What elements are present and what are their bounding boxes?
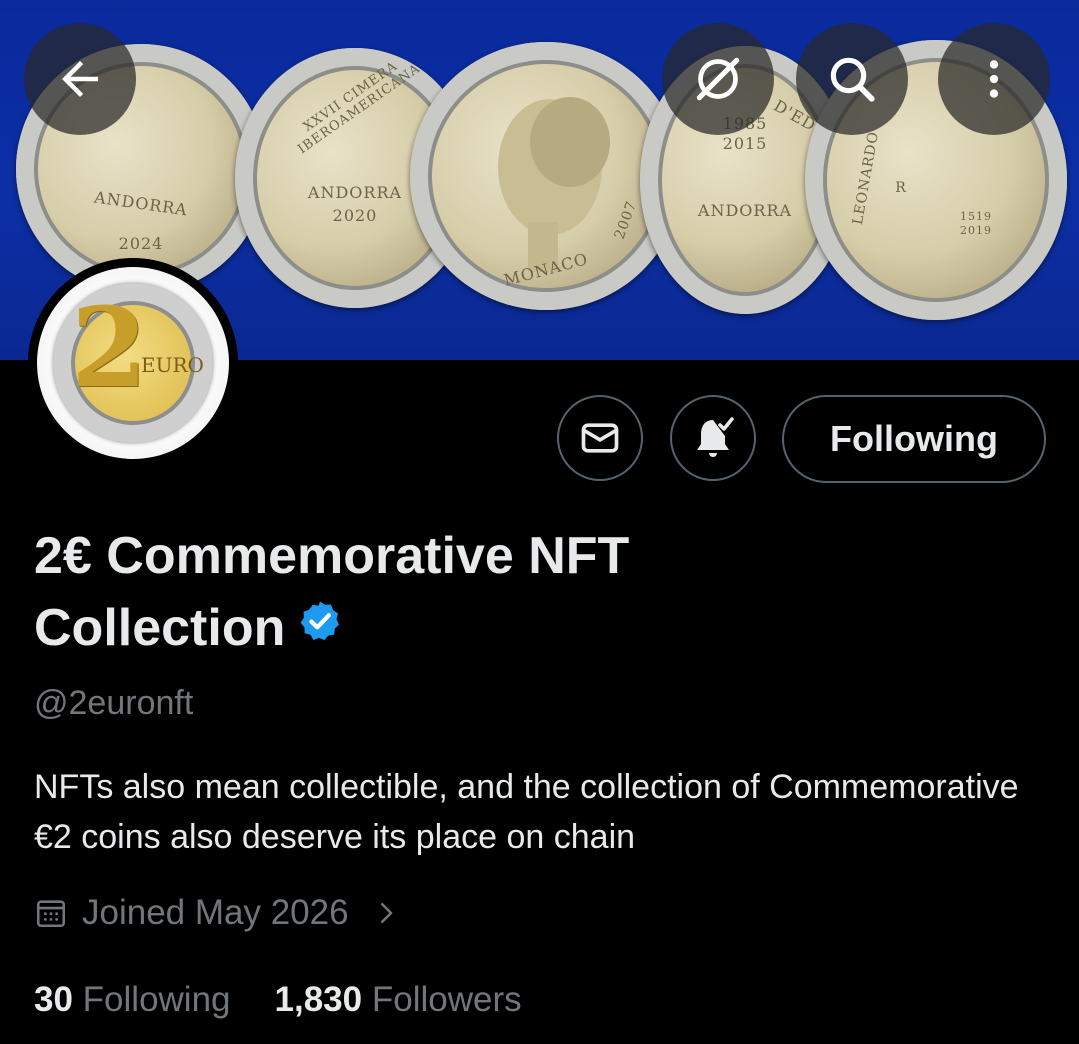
search-button[interactable] [796,23,908,135]
avatar-image: 2 EURO [37,267,229,459]
profile-avatar[interactable]: 2 EURO [28,258,238,468]
followers-stat[interactable]: 1,830 Followers [275,980,522,1020]
grok-explore-icon [696,57,740,101]
arrow-left-icon [62,61,98,97]
joined-date-row[interactable]: Joined May 2026 [34,893,401,933]
bell-check-icon [697,417,734,457]
display-name: 2€ Commemorative NFT Collection [34,520,794,667]
calendar-icon [36,900,66,928]
user-handle: @2euronft [34,684,194,722]
following-stat[interactable]: 30 Following [34,980,231,1020]
more-options-button[interactable] [938,23,1050,135]
notifications-button[interactable] [670,395,756,481]
message-button[interactable] [557,395,643,481]
back-button[interactable] [24,23,136,135]
profile-bio: NFTs also mean collectible, and the coll… [34,768,1019,856]
verified-badge-icon[interactable] [297,591,343,663]
grok-explore-button[interactable] [662,23,774,135]
two-euro-coin: 2 EURO [53,283,213,443]
follow-stats: 30 Following 1,830 Followers [34,980,522,1020]
joined-date: Joined May 2026 [82,893,349,932]
following-button[interactable]: Following [782,395,1046,483]
envelope-icon [581,423,619,453]
chevron-right-icon [380,903,392,923]
search-icon [830,57,875,102]
more-vertical-icon [989,60,999,98]
